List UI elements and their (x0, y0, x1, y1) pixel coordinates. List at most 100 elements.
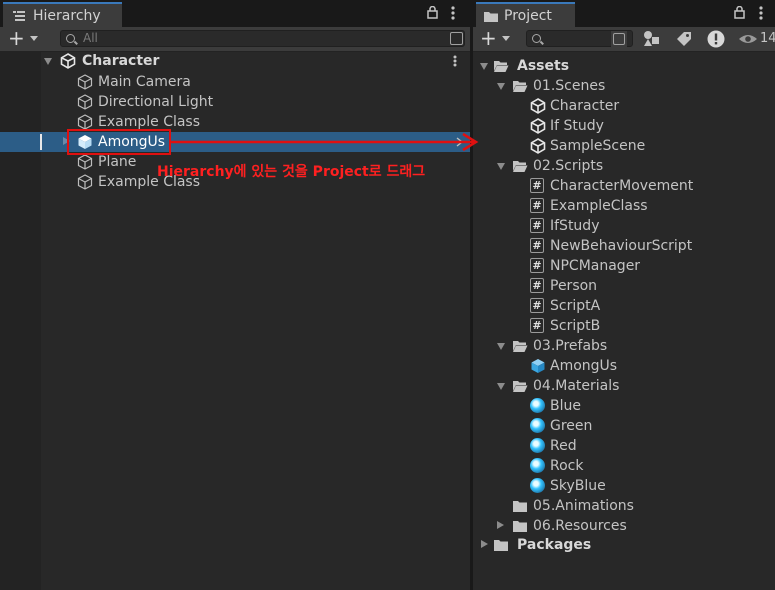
filter-by-type-icon[interactable] (643, 30, 660, 47)
asset-item-label: Green (550, 418, 593, 434)
asset-item[interactable]: AmongUs (473, 356, 775, 376)
search-options-button[interactable] (611, 31, 627, 47)
folder-open-icon (513, 341, 528, 352)
folder-icon (484, 12, 498, 22)
folder-row-label: 05.Animations (533, 498, 634, 514)
annotation-highlight-box (67, 129, 171, 155)
folder-row-label: 02.Scripts (533, 158, 604, 174)
add-icon[interactable]: + (480, 28, 497, 48)
hierarchy-item-label: Plane (98, 154, 137, 170)
project-panel: Project + 14 Assets 01.Scenes Character If … (473, 0, 775, 590)
add-icon[interactable]: + (8, 28, 25, 48)
foldout-arrow-icon[interactable] (481, 540, 488, 548)
folder-icon (513, 521, 527, 532)
folder-row[interactable]: 05.Animations (473, 496, 775, 516)
asset-item-label: If Study (550, 118, 604, 134)
chevron-right-icon[interactable] (456, 137, 463, 147)
project-toolbar: + 14 (473, 27, 775, 52)
csharp-script-icon: # (530, 238, 544, 253)
asset-item[interactable]: SampleScene (473, 136, 775, 156)
unity-scene-icon (530, 138, 546, 154)
folder-row[interactable]: 02.Scripts (473, 156, 775, 176)
tab-project[interactable]: Project (476, 2, 575, 27)
hierarchy-item-label: Main Camera (98, 74, 191, 90)
folder-row-label: 06.Resources (533, 518, 627, 534)
asset-item-label: Character (550, 98, 620, 114)
asset-item[interactable]: Red (473, 436, 775, 456)
foldout-arrow-icon[interactable] (497, 521, 504, 529)
scene-more-icon[interactable] (453, 55, 457, 67)
gameobject-cube-icon (77, 174, 93, 190)
search-icon (66, 34, 75, 43)
more-options-icon[interactable] (759, 6, 763, 20)
folder-row-label: 03.Prefabs (533, 338, 608, 354)
unity-scene-icon (530, 98, 546, 114)
asset-item-label: IfStudy (550, 218, 600, 234)
foldout-arrow-icon[interactable] (497, 163, 505, 170)
asset-item-label: SampleScene (550, 138, 646, 154)
folder-row[interactable]: 06.Resources (473, 516, 775, 536)
foldout-arrow-icon[interactable] (480, 63, 488, 70)
filter-by-label-icon[interactable] (676, 31, 692, 47)
folder-icon (494, 540, 508, 551)
tab-hierarchy[interactable]: Hierarchy (3, 2, 122, 27)
tab-hierarchy-label: Hierarchy (33, 8, 101, 24)
asset-item[interactable]: # CharacterMovement (473, 176, 775, 196)
asset-item[interactable]: Character (473, 96, 775, 116)
lock-icon[interactable] (734, 6, 745, 19)
asset-item[interactable]: # NPCManager (473, 256, 775, 276)
list-icon (13, 11, 25, 21)
folder-icon (513, 501, 527, 512)
material-sphere-icon (530, 398, 545, 413)
asset-item[interactable]: # ExampleClass (473, 196, 775, 216)
asset-item-label: Blue (550, 398, 581, 414)
asset-item[interactable]: # ScriptA (473, 296, 775, 316)
asset-item-label: Person (550, 278, 598, 294)
asset-item-label: AmongUs (550, 358, 618, 374)
asset-item[interactable]: Blue (473, 396, 775, 416)
folder-row[interactable]: 01.Scenes (473, 76, 775, 96)
packages-root[interactable]: Packages (473, 535, 775, 555)
csharp-script-icon: # (530, 298, 544, 313)
csharp-script-icon: # (530, 278, 544, 293)
visibility-eye-icon[interactable] (738, 33, 758, 45)
asset-item[interactable]: # Person (473, 276, 775, 296)
foldout-arrow-icon[interactable] (44, 58, 52, 65)
gameobject-cube-icon (77, 74, 93, 90)
asset-item[interactable]: Green (473, 416, 775, 436)
asset-item[interactable]: # IfStudy (473, 216, 775, 236)
hierarchy-search-input[interactable]: All (60, 30, 465, 47)
foldout-arrow-icon[interactable] (497, 83, 505, 90)
packages-root-label: Packages (517, 537, 592, 553)
hierarchy-tabbar: Hierarchy (0, 0, 470, 27)
unity-scene-icon (530, 118, 546, 134)
foldout-arrow-icon[interactable] (497, 383, 505, 390)
warning-icon[interactable] (707, 30, 725, 48)
hierarchy-toolbar: + All (0, 27, 470, 52)
asset-item[interactable]: SkyBlue (473, 476, 775, 496)
folder-open-icon (513, 81, 528, 92)
asset-item-label: NewBehaviourScript (550, 238, 693, 254)
asset-item-label: ScriptA (550, 298, 601, 314)
search-filter-icon[interactable] (450, 32, 463, 45)
asset-item[interactable]: If Study (473, 116, 775, 136)
chevron-down-icon[interactable] (502, 36, 510, 41)
assets-root[interactable]: Assets (473, 56, 775, 76)
tab-project-label: Project (504, 8, 552, 24)
asset-item[interactable]: # ScriptB (473, 316, 775, 336)
asset-item[interactable]: # NewBehaviourScript (473, 236, 775, 256)
folder-row[interactable]: 04.Materials (473, 376, 775, 396)
folder-open-icon (494, 61, 509, 72)
asset-item[interactable]: Rock (473, 456, 775, 476)
lock-icon[interactable] (427, 6, 438, 19)
hierarchy-item[interactable]: Main Camera (0, 72, 470, 92)
folder-row[interactable]: 03.Prefabs (473, 336, 775, 356)
scene-row[interactable]: Character (0, 51, 470, 71)
chevron-down-icon[interactable] (30, 36, 38, 41)
foldout-arrow-icon[interactable] (497, 343, 505, 350)
csharp-script-icon: # (530, 198, 544, 213)
more-options-icon[interactable] (451, 6, 455, 20)
material-sphere-icon (530, 418, 545, 433)
hierarchy-item[interactable]: Directional Light (0, 92, 470, 112)
asset-item-label: ExampleClass (550, 198, 648, 214)
